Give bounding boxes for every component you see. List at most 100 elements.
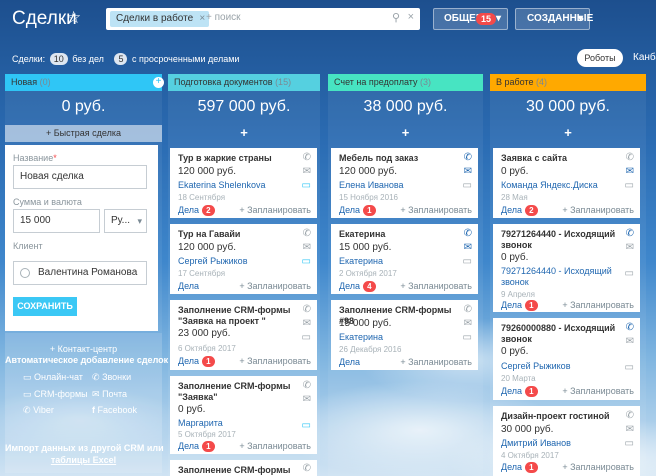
column-header-invoice[interactable]: Счет на предоплату (3) <box>328 74 483 91</box>
add-deal-button[interactable]: + <box>168 125 320 140</box>
column-header-in-work[interactable]: В работе (4) <box>490 74 646 91</box>
no-deals-count[interactable]: 10 <box>49 53 68 65</box>
deal-card[interactable]: Дизайн-проект гостиной 30 000 руб. Дмитр… <box>493 406 640 476</box>
plan-activity-link[interactable]: + Запланировать <box>239 205 311 215</box>
tab-kanban[interactable]: Канбан <box>633 52 656 63</box>
phone-icon[interactable]: ✆ <box>464 152 472 163</box>
deal-activities[interactable]: Дела 1 <box>501 386 538 397</box>
deal-activities[interactable]: Дела 1 <box>178 356 215 367</box>
deal-card[interactable]: Заполнение CRM-формы ✆ <box>170 460 317 476</box>
chat-icon[interactable]: ▭ <box>625 268 634 279</box>
phone-icon[interactable]: ✆ <box>626 228 634 239</box>
deal-client[interactable]: Дмитрий Иванов <box>501 438 571 448</box>
add-deal-button[interactable]: + <box>490 125 646 140</box>
mail-icon[interactable]: ✉ <box>626 424 634 435</box>
deal-card[interactable]: Заполнение CRM-формы #98 15 000 руб. Ека… <box>331 300 478 370</box>
integration-crm-forms[interactable]: ▭ CRM-формы <box>23 389 88 400</box>
general-filter-button[interactable]: ОБЩЕЕ 15 ▾ <box>433 8 508 30</box>
deal-card[interactable]: Екатерина 15 000 руб. Екатерина 2 Октябр… <box>331 224 478 294</box>
deal-title[interactable]: Заполнение CRM-формы <box>178 465 296 476</box>
currency-select[interactable]: Ру... ▾ <box>104 209 147 233</box>
deal-card[interactable]: 79271264440 - Исходящий звонок 0 руб. 79… <box>493 224 640 312</box>
robots-button[interactable]: Роботы <box>577 49 623 67</box>
mail-icon[interactable]: ✉ <box>626 242 634 253</box>
deal-activities[interactable]: Дела 2 <box>178 205 215 216</box>
quick-deal-button[interactable]: + Быстрая сделка <box>5 125 162 142</box>
phone-icon[interactable]: ✆ <box>464 228 472 239</box>
deal-title[interactable]: Мебель под заказ <box>339 153 457 164</box>
deal-activities[interactable]: Дела 1 <box>339 205 376 216</box>
phone-icon[interactable]: ✆ <box>303 228 311 239</box>
deal-title[interactable]: Заполнение CRM-формы "Заявка" <box>178 381 296 403</box>
deal-client[interactable]: Сергей Рыжиков <box>178 256 247 266</box>
clear-search-icon[interactable]: × <box>408 11 414 23</box>
client-input[interactable]: Валентина Романова <box>13 261 147 285</box>
plan-activity-link[interactable]: + Запланировать <box>562 462 634 472</box>
excel-link[interactable]: таблицы Excel <box>5 455 162 465</box>
deal-card[interactable]: 79260000880 - Исходящий звонок 0 руб. Се… <box>493 318 640 400</box>
deal-client[interactable]: Елена Иванова <box>339 180 404 190</box>
filter-chip[interactable]: Сделки в работе × <box>110 11 210 27</box>
phone-icon[interactable]: ✆ <box>626 322 634 333</box>
save-button[interactable]: СОХРАНИТЬ <box>13 297 77 316</box>
deal-card[interactable]: Заполнение CRM-формы "Заявка" 0 руб. Мар… <box>170 376 317 454</box>
chat-icon[interactable]: ▭ <box>302 420 311 431</box>
search-icon[interactable]: ⚲ <box>392 11 400 24</box>
deal-card[interactable]: Тур на Гавайи 120 000 руб. Сергей Рыжико… <box>170 224 317 294</box>
chat-icon[interactable]: ▭ <box>625 438 634 449</box>
deal-card[interactable]: Заполнение CRM-формы "Заявка на проект "… <box>170 300 317 370</box>
mail-icon[interactable]: ✉ <box>464 242 472 253</box>
deal-client[interactable]: Екатерина <box>339 332 383 342</box>
phone-icon[interactable]: ✆ <box>303 463 311 474</box>
column-header-new[interactable]: Новая (0) <box>5 74 162 91</box>
chat-icon[interactable]: ▭ <box>625 362 634 373</box>
chat-icon[interactable]: ▭ <box>463 180 472 191</box>
phone-icon[interactable]: ✆ <box>303 152 311 163</box>
contact-center-link[interactable]: + Контакт-центр <box>5 344 162 354</box>
overdue-label[interactable]: с просроченными делами <box>132 54 239 64</box>
deal-activities[interactable]: Дела 1 <box>501 462 538 473</box>
deal-title[interactable]: Дизайн-проект гостиной <box>501 411 619 422</box>
phone-icon[interactable]: ✆ <box>303 304 311 315</box>
deal-client[interactable]: Команда Яндекс.Диска <box>501 180 598 190</box>
chat-icon[interactable]: ▭ <box>302 256 311 267</box>
deal-title[interactable]: 79260000880 - Исходящий звонок <box>501 323 619 345</box>
deal-client[interactable]: Ekaterina Shelenkova <box>178 180 266 190</box>
deal-title[interactable]: Екатерина <box>339 229 457 240</box>
deal-activities[interactable]: Дела 1 <box>178 441 215 452</box>
chat-icon[interactable]: ▭ <box>302 180 311 191</box>
mail-icon[interactable]: ✉ <box>303 242 311 253</box>
mail-icon[interactable]: ✉ <box>303 318 311 329</box>
plan-activity-link[interactable]: + Запланировать <box>562 300 634 310</box>
integration-viber[interactable]: ✆ Viber <box>23 405 54 416</box>
deal-activities[interactable]: Дела 2 <box>501 205 538 216</box>
deal-client[interactable]: Екатерина <box>339 256 383 266</box>
chat-icon[interactable]: ▭ <box>463 332 472 343</box>
deal-client[interactable]: Сергей Рыжиков <box>501 361 570 371</box>
mail-icon[interactable]: ✉ <box>626 166 634 177</box>
column-header-docs[interactable]: Подготовка документов (15) <box>168 74 320 91</box>
deal-card[interactable]: Тур в жаркие страны 120 000 руб. Ekateri… <box>170 148 317 218</box>
chat-icon[interactable]: ▭ <box>463 256 472 267</box>
deal-activities[interactable]: Дела 4 <box>339 281 376 292</box>
plan-activity-link[interactable]: + Запланировать <box>239 356 311 366</box>
add-deal-button[interactable]: + <box>328 125 483 140</box>
mail-icon[interactable]: ✉ <box>464 166 472 177</box>
deal-title[interactable]: Тур в жаркие страны <box>178 153 296 164</box>
phone-icon[interactable]: ✆ <box>626 152 634 163</box>
mail-icon[interactable]: ✉ <box>303 394 311 405</box>
deal-activities[interactable]: Дела <box>178 281 199 291</box>
integration-online-chat[interactable]: ▭ Онлайн-чат <box>23 372 83 383</box>
plan-activity-link[interactable]: + Запланировать <box>562 386 634 396</box>
deal-client[interactable]: 79271264440 - Исходящий звонок <box>501 266 619 288</box>
created-filter-button[interactable]: СОЗДАННЫЕ ▾ <box>515 8 593 30</box>
mail-icon[interactable]: ✉ <box>303 166 311 177</box>
plan-activity-link[interactable]: + Запланировать <box>562 205 634 215</box>
mail-icon[interactable]: ✉ <box>464 318 472 329</box>
plan-activity-link[interactable]: + Запланировать <box>400 357 472 367</box>
no-deals-label[interactable]: без дел <box>72 54 104 64</box>
deal-title[interactable]: 79271264440 - Исходящий звонок <box>501 229 619 251</box>
import-link[interactable]: Импорт данных из другой CRM или <box>5 443 164 453</box>
deal-card[interactable]: Заявка с сайта 0 руб. Команда Яндекс.Дис… <box>493 148 640 218</box>
plan-activity-link[interactable]: + Запланировать <box>400 205 472 215</box>
